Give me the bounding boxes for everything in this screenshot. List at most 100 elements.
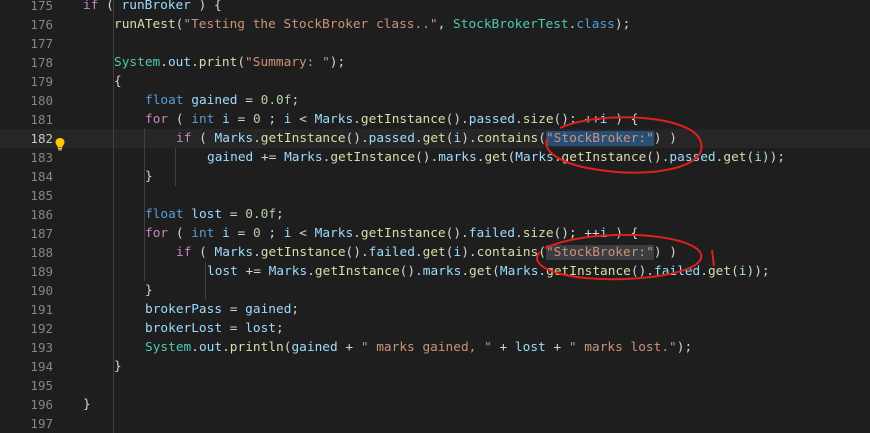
line-number: 197	[30, 416, 53, 431]
code-line[interactable]: 196}	[0, 395, 870, 414]
code-token: getInstance	[546, 264, 631, 279]
code-line[interactable]: 188 if ( Marks.getInstance().failed.get(i…	[0, 243, 870, 262]
indent-guide	[205, 262, 206, 300]
code-token: lost	[207, 264, 238, 279]
code-token: i	[754, 150, 762, 165]
code-token: getInstance	[360, 226, 446, 241]
code-token: failed	[468, 226, 515, 241]
line-number: 180	[30, 93, 53, 108]
code-line[interactable]: 176 runATest("Testing the StockBroker cla…	[0, 15, 870, 34]
code-token: }	[114, 359, 122, 374]
code-token: .	[353, 112, 361, 127]
code-token: =	[229, 112, 253, 127]
code-text: if ( runBroker ) {	[83, 0, 222, 15]
code-token: out	[167, 55, 192, 70]
code-token: ) {	[607, 226, 639, 241]
code-text: for ( int i = 0 ; i < Marks.getInstance(…	[145, 110, 638, 129]
code-token: ;	[260, 112, 284, 127]
code-token: =	[222, 302, 246, 317]
code-text: for ( int i = 0 ; i < Marks.getInstance(…	[145, 224, 638, 243]
code-token: getInstance	[260, 245, 346, 260]
code-text: }	[145, 167, 153, 186]
code-token: brokerLost	[145, 321, 223, 336]
code-token: ;	[291, 93, 300, 108]
line-number: 196	[30, 397, 53, 412]
code-text: brokerLost = lost;	[145, 319, 284, 338]
code-token: .	[414, 131, 423, 146]
code-token: "Testing the StockBroker class.."	[183, 17, 438, 32]
code-token: " marks lost."	[568, 340, 677, 355]
code-token: +	[491, 340, 515, 355]
code-line[interactable]: 191 brokerPass = gained;	[0, 300, 870, 319]
code-line[interactable]: 185	[0, 186, 870, 205]
code-line[interactable]: 187 for ( int i = 0 ; i < Marks.getInstan…	[0, 224, 870, 243]
code-line[interactable]: 175 if ( runBroker ) {	[0, 0, 870, 15]
code-line[interactable]: 182 if ( Marks.getInstance().passed.get(i…	[0, 129, 870, 148]
code-token: gained	[245, 302, 292, 317]
code-token: ) {	[607, 112, 639, 127]
code-line[interactable]: 194}	[0, 357, 870, 376]
line-number: 184	[30, 169, 53, 184]
code-token: Marks	[214, 131, 254, 146]
code-token: .	[553, 150, 562, 165]
code-token: ).	[461, 131, 477, 146]
code-line[interactable]: 177	[0, 34, 870, 53]
code-token: .	[414, 245, 423, 260]
code-line[interactable]: 179 {	[0, 72, 870, 91]
line-number: 176	[30, 17, 53, 32]
code-text: if ( Marks.getInstance().passed.get(i).c…	[176, 129, 677, 148]
code-token: out	[198, 340, 223, 355]
code-line[interactable]: 181 for ( int i = 0 ; i < Marks.getInstan…	[0, 110, 870, 129]
code-token: .	[160, 55, 168, 70]
line-number: 185	[30, 188, 53, 203]
code-token: ,	[437, 17, 454, 32]
code-line[interactable]: 193 System.out.println(gained + " marks g…	[0, 338, 870, 357]
code-token: i	[222, 226, 230, 241]
code-token: 0.0f	[260, 93, 292, 108]
code-token: lost	[245, 321, 276, 336]
code-text: {	[114, 72, 122, 91]
code-text: runATest("Testing the StockBroker class.…	[114, 15, 630, 34]
code-token: size	[522, 112, 554, 127]
code-editor[interactable]: 175 if ( runBroker ) { 176 runATest("Testin…	[0, 0, 870, 433]
code-token: ().	[399, 264, 423, 279]
line-number: 190	[30, 283, 53, 298]
code-token: ;	[276, 207, 284, 222]
code-token: ));	[746, 264, 770, 279]
code-token: get	[484, 150, 508, 165]
code-line[interactable]: 180 float gained = 0.0f;	[0, 91, 870, 110]
code-token: Marks	[268, 264, 308, 279]
code-token: (	[191, 131, 215, 146]
code-line[interactable]: 197	[0, 414, 870, 433]
code-line[interactable]: 183 gained += Marks.getInstance().marks.g…	[0, 148, 870, 167]
code-line[interactable]: 190}	[0, 281, 870, 300]
code-token: +=	[237, 264, 269, 279]
code-token: +	[337, 340, 361, 355]
code-line[interactable]: 186 float lost = 0.0f;	[0, 205, 870, 224]
code-token: (	[492, 264, 500, 279]
line-number: 192	[30, 321, 53, 336]
code-token: size	[522, 226, 554, 241]
code-line[interactable]: 189 lost += Marks.getInstance().marks.get…	[0, 262, 870, 281]
code-token: i	[738, 264, 747, 279]
code-token: get	[422, 245, 446, 260]
code-token: ) )	[653, 131, 677, 146]
code-text: }	[83, 395, 91, 414]
code-token: ().	[646, 150, 670, 165]
code-token: ().	[445, 112, 469, 127]
code-line[interactable]: 178 System.out.print("Summary: ");	[0, 53, 870, 72]
code-line[interactable]: 184}	[0, 167, 870, 186]
code-token: if	[83, 0, 99, 13]
code-token: <	[291, 226, 315, 241]
code-token: contains	[476, 131, 539, 146]
code-token: <	[291, 112, 315, 127]
code-line[interactable]: 195	[0, 376, 870, 395]
code-token: if	[176, 245, 192, 260]
code-line[interactable]: 192 brokerLost = lost;	[0, 319, 870, 338]
code-token: ().	[345, 245, 369, 260]
code-token: =	[222, 321, 246, 336]
lightbulb-icon[interactable]	[53, 136, 67, 151]
code-token: System	[145, 340, 192, 355]
code-token: .	[700, 264, 708, 279]
